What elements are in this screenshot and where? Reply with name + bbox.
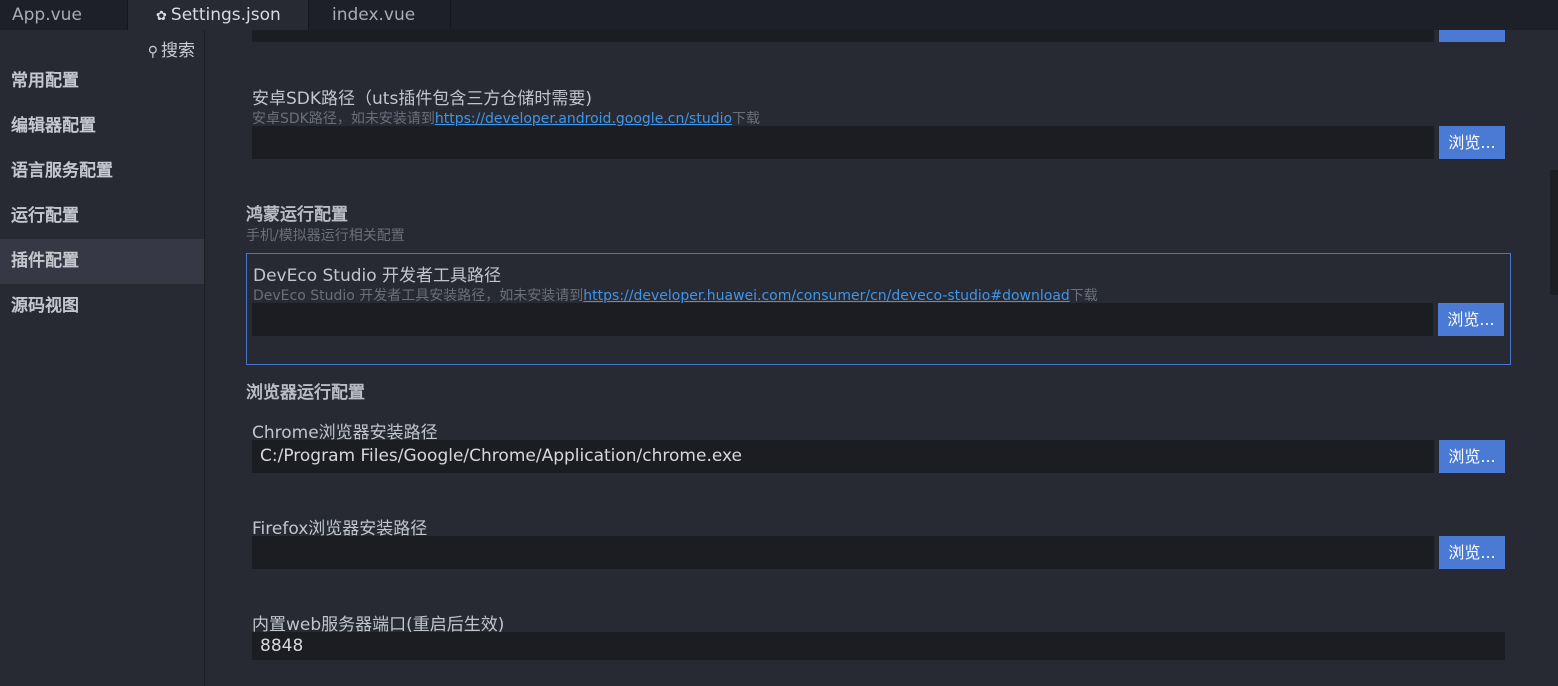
android-sdk-description: 安卓SDK路径，如未安装请到https://developer.android.…	[252, 108, 760, 128]
tab-label: Settings.json	[170, 5, 281, 25]
tab-label: index.vue	[332, 5, 416, 25]
description-text: 下载	[1069, 288, 1098, 304]
tab-index-vue[interactable]: index.vue	[309, 0, 450, 30]
android-sdk-browse-button[interactable]: 浏览...	[1439, 126, 1505, 159]
description-text: 下载	[732, 111, 761, 127]
sidebar-item-label: 语言服务配置	[11, 161, 113, 181]
gear-icon: ✿	[156, 9, 167, 24]
harmony-section-title: 鸿蒙运行配置	[246, 205, 348, 225]
tab-app-vue[interactable]: App.vue	[0, 0, 127, 30]
tab-label: App.vue	[12, 5, 82, 25]
deveco-download-link[interactable]: https://developer.huawei.com/consumer/cn…	[583, 288, 1070, 304]
sidebar-item-editor[interactable]: 编辑器配置	[0, 104, 204, 149]
harmony-section-subtitle: 手机/模拟器运行相关配置	[246, 228, 405, 244]
settings-sidebar: ⚲ 搜索 常用配置 编辑器配置 语言服务配置 运行配置 插件配置 源码视图	[0, 30, 205, 686]
android-studio-download-link[interactable]: https://developer.android.google.cn/stud…	[435, 111, 732, 127]
tab-divider	[450, 0, 451, 30]
sidebar-item-label: 编辑器配置	[11, 116, 96, 136]
sidebar-item-plugins[interactable]: 插件配置	[0, 239, 204, 284]
deveco-label: DevEco Studio 开发者工具路径	[253, 266, 502, 286]
sidebar-item-common[interactable]: 常用配置	[0, 59, 204, 104]
sidebar-item-label: 源码视图	[11, 296, 79, 316]
description-text: DevEco Studio 开发者工具安装路径，如未安装请到	[253, 288, 584, 304]
web-server-port-input[interactable]: 8848	[252, 632, 1505, 660]
firefox-browse-button[interactable]: 浏览...	[1439, 536, 1505, 569]
sidebar-item-run[interactable]: 运行配置	[0, 194, 204, 239]
sidebar-item-label: 常用配置	[11, 71, 79, 91]
chrome-browse-button[interactable]: 浏览...	[1439, 440, 1505, 473]
search-label: 搜索	[161, 41, 195, 61]
sidebar-item-label: 运行配置	[11, 206, 79, 226]
search-icon: ⚲	[147, 44, 158, 60]
deveco-description: DevEco Studio 开发者工具安装路径，如未安装请到https://de…	[253, 285, 1098, 305]
scrollbar-thumb[interactable]	[1550, 170, 1558, 295]
android-sdk-path-input[interactable]	[252, 126, 1434, 159]
firefox-path-input[interactable]	[252, 536, 1434, 569]
chrome-path-input[interactable]: C:/Program Files/Google/Chrome/Applicati…	[252, 440, 1434, 473]
deveco-field-group: DevEco Studio 开发者工具路径 DevEco Studio 开发者工…	[246, 253, 1511, 365]
description-text: 安卓SDK路径，如未安装请到	[252, 111, 435, 127]
browser-section-title: 浏览器运行配置	[246, 383, 365, 403]
android-sdk-label: 安卓SDK路径（uts插件包含三方仓储时需要)	[252, 89, 592, 109]
vertical-scrollbar[interactable]	[1550, 30, 1558, 686]
deveco-browse-button[interactable]: 浏览...	[1438, 303, 1504, 336]
sidebar-item-source-view[interactable]: 源码视图	[0, 284, 204, 329]
sidebar-item-language-service[interactable]: 语言服务配置	[0, 149, 204, 194]
editor-tab-bar: App.vue ✿ Settings.json index.vue	[0, 0, 1558, 30]
settings-content: 安卓SDK路径（uts插件包含三方仓储时需要) 安卓SDK路径，如未安装请到ht…	[206, 30, 1550, 686]
previous-browse-button[interactable]	[1439, 30, 1505, 42]
previous-path-input[interactable]	[252, 30, 1434, 42]
sidebar-item-label: 插件配置	[11, 251, 79, 271]
tab-settings-json[interactable]: ✿ Settings.json	[128, 0, 308, 30]
deveco-path-input[interactable]	[252, 303, 1433, 336]
search-button[interactable]: ⚲ 搜索	[148, 36, 195, 61]
